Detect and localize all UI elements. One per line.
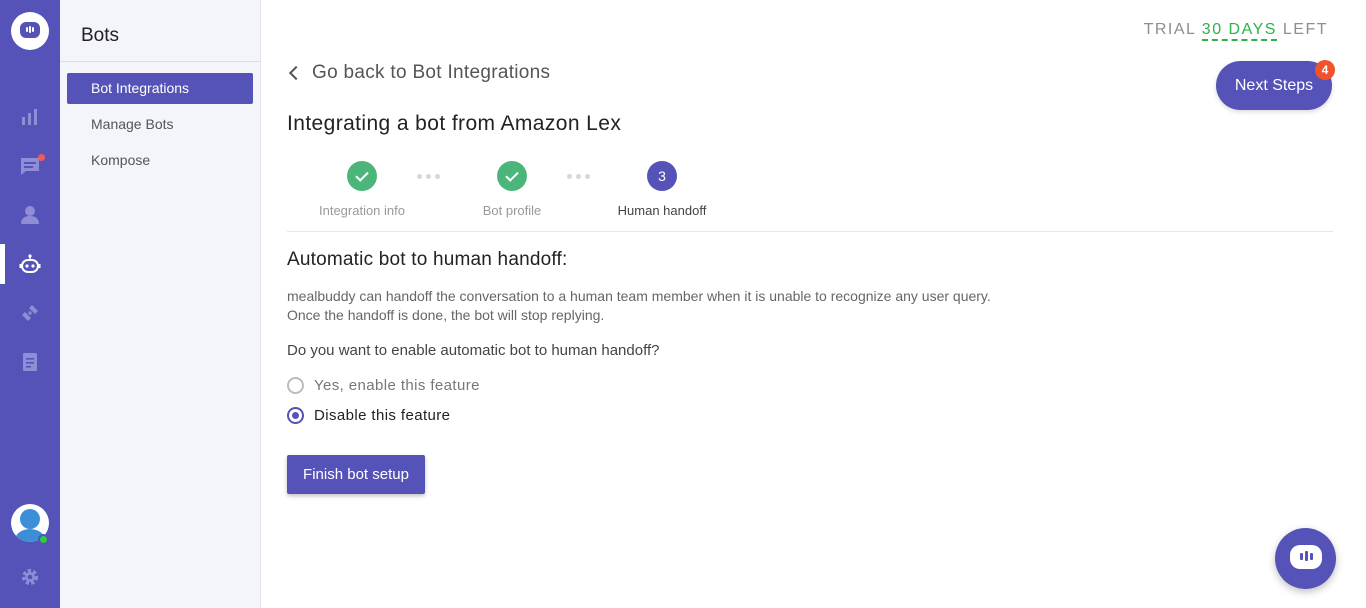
online-status-indicator — [38, 534, 49, 545]
app-logo-icon[interactable] — [11, 12, 49, 50]
handoff-question: Do you want to enable automatic bot to h… — [287, 342, 660, 359]
step-done-check-icon — [347, 161, 377, 191]
back-link-label: Go back to Bot Integrations — [312, 62, 551, 83]
integrations-icon[interactable] — [0, 293, 60, 333]
chat-icon — [1290, 545, 1322, 569]
reports-icon[interactable] — [0, 97, 60, 137]
bot-icon[interactable] — [0, 244, 60, 284]
description-line: mealbuddy can handoff the conversation t… — [287, 288, 991, 304]
section-title: Automatic bot to human handoff: — [287, 249, 568, 270]
users-icon[interactable] — [0, 195, 60, 235]
step-bot-profile: Bot profile — [452, 161, 572, 218]
icon-rail — [0, 0, 60, 608]
sidebar-item-kompose[interactable]: Kompose — [67, 145, 253, 176]
main-content: TRIAL 30 DAYS LEFT Go back to Bot Integr… — [261, 0, 1366, 608]
docs-icon[interactable] — [0, 342, 60, 382]
conversations-icon[interactable] — [0, 146, 60, 186]
radio-button[interactable] — [287, 377, 304, 394]
sidebar-item-manage-bots[interactable]: Manage Bots — [67, 109, 253, 140]
radio-label: Disable this feature — [314, 407, 451, 424]
sidebar-divider — [60, 61, 261, 62]
back-link[interactable]: Go back to Bot Integrations — [287, 62, 550, 84]
step-connector — [567, 174, 590, 179]
radio-option-enable[interactable]: Yes, enable this feature — [287, 377, 480, 394]
step-human-handoff: 3 Human handoff — [602, 161, 722, 218]
next-steps-count-badge: 4 — [1315, 60, 1335, 80]
page-title: Integrating a bot from Amazon Lex — [287, 112, 622, 135]
radio-option-disable[interactable]: Disable this feature — [287, 407, 450, 424]
description-line: Once the handoff is done, the bot will s… — [287, 307, 605, 323]
step-number: 3 — [647, 161, 677, 191]
step-integration-info: Integration info — [302, 161, 422, 218]
chevron-left-icon — [288, 65, 304, 81]
step-label: Integration info — [318, 203, 405, 218]
trial-prefix: TRIAL — [1143, 21, 1196, 38]
finish-bot-setup-button[interactable]: Finish bot setup — [287, 455, 425, 494]
trial-banner[interactable]: TRIAL 30 DAYS LEFT — [1143, 21, 1328, 41]
gear-icon[interactable] — [0, 557, 60, 597]
unread-indicator — [38, 154, 45, 161]
section-description: mealbuddy can handoff the conversation t… — [287, 287, 991, 325]
radio-button[interactable] — [287, 407, 304, 424]
sidebar-title: Bots — [81, 25, 120, 46]
trial-days: 30 DAYS — [1201, 21, 1277, 41]
step-done-check-icon — [497, 161, 527, 191]
trial-suffix: LEFT — [1282, 21, 1328, 38]
sidebar-item-bot-integrations[interactable]: Bot Integrations — [67, 73, 253, 104]
bots-sidebar: Bots Bot Integrations Manage Bots Kompos… — [60, 0, 261, 608]
step-label: Bot profile — [482, 203, 542, 218]
section-divider — [287, 231, 1333, 232]
radio-label: Yes, enable this feature — [314, 377, 480, 394]
step-connector — [417, 174, 440, 179]
step-label: Human handoff — [617, 203, 707, 218]
chat-widget-button[interactable] — [1275, 528, 1336, 589]
